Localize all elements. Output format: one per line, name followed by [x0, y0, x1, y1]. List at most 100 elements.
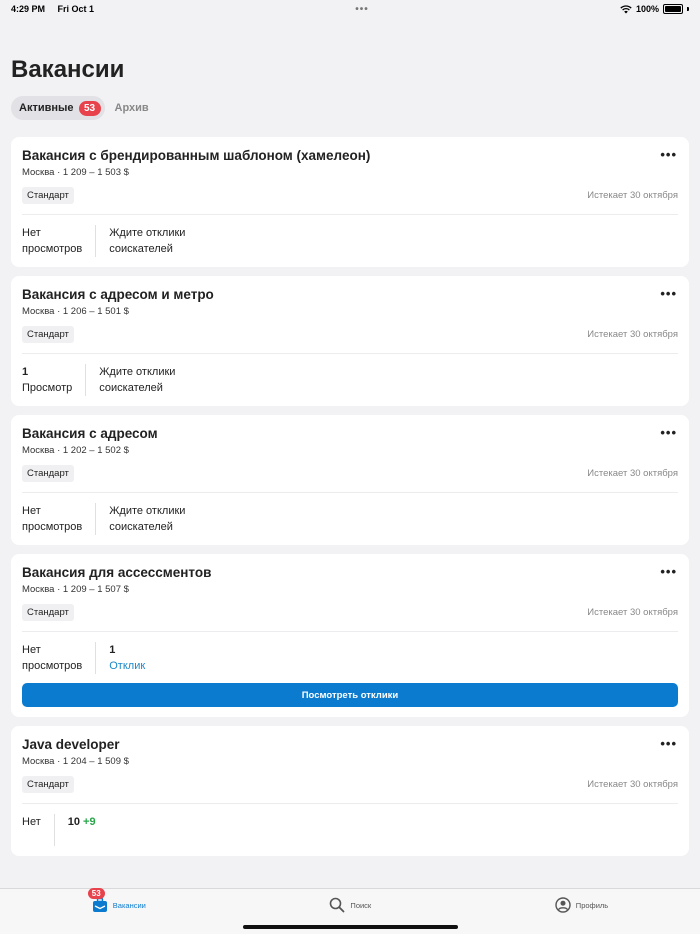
vacancy-title: Вакансия для ассессментов	[22, 565, 212, 580]
vacancy-tag: Стандарт	[22, 465, 74, 482]
tab-archive-label: Архив	[114, 102, 149, 114]
vacancy-stats: Нет просмотров Ждите отклики соискателей	[22, 503, 678, 535]
vacancy-expires: Истекает 30 октября	[587, 779, 678, 790]
vacancy-stats: Нет просмотров 1 Отклик	[22, 642, 678, 674]
battery-percent: 100%	[635, 4, 659, 14]
segment-tabs: Активные 53 Архив	[11, 96, 700, 120]
search-icon	[329, 897, 345, 913]
tabbar-label-search: Поиск	[350, 900, 372, 910]
briefcase-icon: 53	[87, 888, 108, 913]
vacancy-expires: Истекает 30 октября	[587, 190, 678, 201]
vacancy-card[interactable]: Вакансия с адресом и метро ••• Москва · …	[11, 276, 689, 406]
vacancy-expires: Истекает 30 октября	[587, 607, 678, 618]
responses-line1: Ждите отклики	[109, 227, 186, 239]
divider	[22, 492, 678, 493]
views-line1: Нет	[22, 816, 41, 828]
responses-line2: соискателей	[109, 243, 173, 255]
views-stat: Нет просмотров	[22, 642, 97, 674]
tabbar-item-profile[interactable]: Профиль	[555, 897, 608, 913]
responses-stat: Ждите отклики соискателей	[86, 364, 175, 396]
more-options-icon[interactable]: •••	[660, 147, 677, 162]
responses-stat: 10 +9	[55, 814, 96, 846]
vacancy-title: Вакансия с брендированным шаблоном (хаме…	[22, 148, 371, 163]
views-stat: Нет просмотров	[22, 225, 97, 257]
vacancy-tag: Стандарт	[22, 326, 74, 343]
status-right: 100%	[620, 4, 689, 14]
vacancy-title: Вакансия с адресом и метро	[22, 287, 214, 302]
divider	[22, 803, 678, 804]
views-line2: просмотров	[22, 521, 83, 533]
responses-delta: +9	[83, 816, 96, 828]
vacancy-location-salary: Москва · 1 204 – 1 509 $	[22, 756, 129, 767]
meta-row: Стандарт Истекает 30 октября	[22, 776, 678, 793]
responses-count: 10	[67, 816, 80, 828]
meta-row: Стандарт Истекает 30 октября	[22, 604, 678, 621]
divider	[22, 353, 678, 354]
views-line1: Нет	[22, 227, 41, 239]
multitasking-dots-icon[interactable]: •••	[355, 4, 369, 15]
vacancy-location-salary: Москва · 1 202 – 1 502 $	[22, 445, 129, 456]
vacancy-stats: Нет просмотров Ждите отклики соискателей	[22, 225, 678, 257]
tabbar-item-search[interactable]: Поиск	[329, 897, 371, 913]
vacancy-location-salary: Москва · 1 209 – 1 503 $	[22, 167, 129, 178]
vacancy-card[interactable]: Вакансия с адресом ••• Москва · 1 202 – …	[11, 415, 689, 545]
wifi-icon	[620, 4, 632, 13]
responses-stat: Ждите отклики соискателей	[96, 503, 185, 535]
views-line1: Нет	[22, 505, 41, 517]
more-options-icon[interactable]: •••	[660, 286, 677, 301]
vacancy-tag: Стандарт	[22, 776, 74, 793]
responses-line1: Ждите отклики	[99, 366, 176, 378]
vacancy-location-salary: Москва · 1 209 – 1 507 $	[22, 584, 129, 595]
views-line1: 1	[22, 366, 29, 378]
page-title: Вакансии	[11, 56, 125, 83]
battery-cap	[687, 7, 689, 11]
tabbar-badge: 53	[87, 888, 105, 899]
tab-active-label: Активные	[19, 102, 74, 114]
responses-line1: Ждите отклики	[109, 505, 186, 517]
responses-stat: Ждите отклики соискателей	[96, 225, 185, 257]
vacancy-title: Вакансия с адресом	[22, 426, 158, 441]
bottom-tab-bar: 53 Вакансии Поиск Профиль	[0, 888, 700, 934]
tabbar-label-profile: Профиль	[575, 900, 609, 910]
meta-row: Стандарт Истекает 30 октября	[22, 465, 678, 482]
tab-archive[interactable]: Архив	[111, 96, 153, 120]
vacancy-card[interactable]: Java developer ••• Москва · 1 204 – 1 50…	[11, 726, 689, 856]
status-left: 4:29 PM Fri Oct 1	[11, 4, 104, 14]
views-line2	[22, 830, 41, 846]
vacancy-location-salary: Москва · 1 206 – 1 501 $	[22, 306, 129, 317]
vacancy-stats: 1 Просмотр Ждите отклики соискателей	[22, 364, 678, 396]
tabbar-label-vacancies: Вакансии	[112, 900, 146, 910]
meta-row: Стандарт Истекает 30 октября	[22, 326, 678, 343]
vacancy-tag: Стандарт	[22, 604, 74, 621]
views-stat: 1 Просмотр	[22, 364, 87, 396]
status-bar: 4:29 PM Fri Oct 1 ••• 100%	[0, 0, 700, 18]
more-options-icon[interactable]: •••	[660, 425, 677, 440]
responses-line2: соискателей	[99, 382, 163, 394]
profile-icon	[555, 897, 571, 913]
vacancy-title: Java developer	[22, 737, 120, 752]
vacancy-card[interactable]: Вакансия с брендированным шаблоном (хаме…	[11, 137, 689, 267]
view-responses-button[interactable]: Посмотреть отклики	[22, 683, 678, 707]
divider	[22, 214, 678, 215]
responses-count: 1	[109, 644, 116, 656]
more-options-icon[interactable]: •••	[660, 736, 677, 751]
vacancy-tag: Стандарт	[22, 187, 74, 204]
views-line2: просмотров	[22, 660, 83, 672]
responses-count-line: 10 +9	[68, 814, 96, 830]
vacancy-list: Вакансия с брендированным шаблоном (хаме…	[11, 137, 689, 865]
responses-line2: соискателей	[109, 521, 173, 533]
views-line1: Нет	[22, 644, 41, 656]
responses-link[interactable]: Отклик	[109, 658, 145, 674]
status-time: 4:29 PM	[11, 4, 46, 14]
tab-active[interactable]: Активные 53	[11, 96, 105, 120]
vacancy-stats: Нет 10 +9	[22, 814, 678, 846]
status-date: Fri Oct 1	[57, 4, 95, 14]
vacancy-card[interactable]: Вакансия для ассессментов ••• Москва · 1…	[11, 554, 689, 717]
views-line2: Просмотр	[22, 382, 73, 394]
battery-icon	[663, 4, 683, 14]
home-indicator[interactable]	[243, 925, 458, 929]
vacancy-expires: Истекает 30 октября	[587, 329, 678, 340]
more-options-icon[interactable]: •••	[660, 564, 677, 579]
tabbar-item-vacancies[interactable]: 53 Вакансии	[87, 888, 146, 913]
views-stat: Нет	[22, 814, 55, 846]
